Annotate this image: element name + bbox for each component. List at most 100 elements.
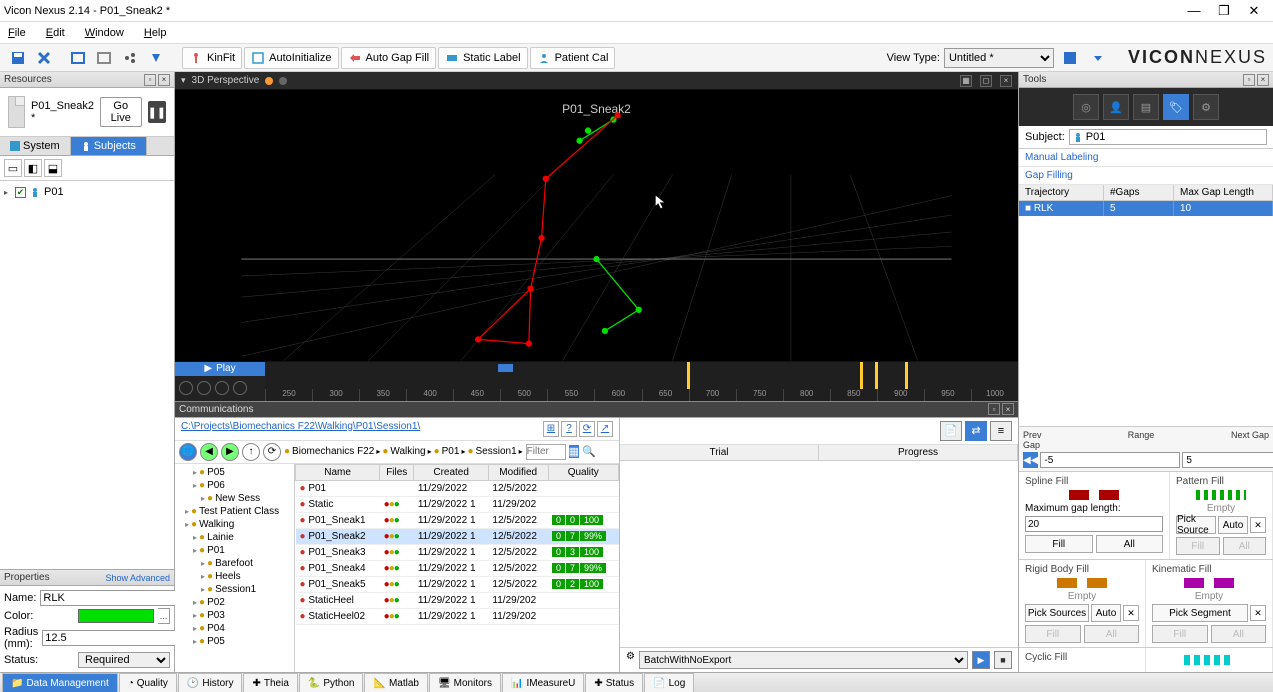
cr-tool-3[interactable]: ≡ xyxy=(990,421,1012,441)
vp-close-icon[interactable]: × xyxy=(1000,75,1012,87)
picksources-button[interactable]: Pick Sources xyxy=(1025,604,1089,622)
btab-history[interactable]: 🕑 History xyxy=(178,673,243,692)
btab-matlab[interactable]: 📐 Matlab xyxy=(364,673,427,692)
autoinit-button[interactable]: AutoInitialize xyxy=(244,47,338,69)
menu-window[interactable]: Window xyxy=(81,25,128,41)
crumb-btn-3[interactable]: ⟳ xyxy=(579,421,595,437)
filter-input[interactable] xyxy=(526,444,566,460)
spline-all-button[interactable]: All xyxy=(1096,535,1164,553)
sess-item[interactable]: ▸●Barefoot xyxy=(177,557,292,570)
nav-refresh-icon[interactable]: ⟳ xyxy=(263,443,281,461)
tool-icon-4[interactable] xyxy=(144,47,168,69)
subj-tool-1[interactable]: ▭ xyxy=(4,159,22,177)
menu-edit[interactable]: Edit xyxy=(42,25,69,41)
file-row[interactable]: ● P01_Sneak5●●●11/29/2022 112/5/20220210… xyxy=(296,576,619,592)
gap-filling-link[interactable]: Gap Filling xyxy=(1019,167,1273,185)
kinfit-button[interactable]: KinFit xyxy=(182,47,242,69)
subj-tool-2[interactable]: ◧ xyxy=(24,159,42,177)
sess-item[interactable]: ▸●Walking xyxy=(177,518,292,531)
kin-all-button[interactable]: All xyxy=(1211,625,1267,643)
close-trial-icon[interactable] xyxy=(32,47,56,69)
range-to-input[interactable] xyxy=(1182,452,1273,468)
sess-item[interactable]: ▸●P05 xyxy=(177,635,292,648)
btab-log[interactable]: 📄 Log xyxy=(644,673,694,692)
show-advanced-link[interactable]: Show Advanced xyxy=(105,573,170,583)
minimize-button[interactable]: — xyxy=(1179,1,1209,21)
sess-item[interactable]: ▸●P05 xyxy=(177,466,292,479)
cr-tool-1[interactable]: 📄 xyxy=(940,421,962,441)
viewtype-save-icon[interactable] xyxy=(1058,47,1082,69)
rigid-fill-button[interactable]: Fill xyxy=(1025,625,1081,643)
tree-item-p01[interactable]: ▸ ✔ P01 xyxy=(4,185,170,199)
prop-color-more[interactable]: … xyxy=(158,608,170,624)
file-row[interactable]: ● P01_Sneak2●●●11/29/2022 112/5/20220799… xyxy=(296,528,619,544)
vp-dot-icon[interactable] xyxy=(265,77,273,85)
tl-icon-2[interactable] xyxy=(197,381,211,395)
btab-monitors[interactable]: 🖥 Monitors xyxy=(429,673,501,692)
sess-item[interactable]: ▸●Test Patient Class xyxy=(177,505,292,518)
tool-subject-select[interactable]: P01 xyxy=(1069,129,1267,145)
gap-row-rlk[interactable]: ■ RLK 5 10 xyxy=(1019,201,1273,216)
batch-grid[interactable]: TrialProgress xyxy=(620,445,1018,648)
patientcal-button[interactable]: Patient Cal xyxy=(530,47,616,69)
sess-item[interactable]: ▸●P01 xyxy=(177,544,292,557)
panel-pin-icon[interactable]: ▫ xyxy=(144,74,156,86)
file-row[interactable]: ● StaticHeel02●●●11/29/2022 111/29/202 xyxy=(296,608,619,624)
picksource-button[interactable]: Pick Source xyxy=(1176,516,1216,534)
autogap-button[interactable]: Auto Gap Fill xyxy=(341,47,437,69)
tool-icon-1[interactable] xyxy=(66,47,90,69)
sess-item[interactable]: ▸●New Sess xyxy=(177,492,292,505)
sess-item[interactable]: ▸●P03 xyxy=(177,609,292,622)
prop-color-swatch[interactable] xyxy=(78,609,154,623)
crumb-btn-1[interactable]: ⊞ xyxy=(543,421,559,437)
nav-fwd-icon[interactable]: ▶ xyxy=(221,443,239,461)
vp-dot2-icon[interactable] xyxy=(279,77,287,85)
pickseg-button[interactable]: Pick Segment xyxy=(1152,604,1248,622)
range-from-input[interactable] xyxy=(1040,452,1180,468)
tool-mode-3[interactable]: ▤ xyxy=(1133,94,1159,120)
sess-item[interactable]: ▸●Heels xyxy=(177,570,292,583)
tl-icon-1[interactable] xyxy=(179,381,193,395)
file-row[interactable]: ● P01_Sneak4●●●11/29/2022 112/5/20220799… xyxy=(296,560,619,576)
kin-clear-button[interactable]: ✕ xyxy=(1250,605,1266,621)
nav-globe-icon[interactable]: 🌐 xyxy=(179,443,197,461)
nav-back-icon[interactable]: ◀ xyxy=(200,443,218,461)
nav-search-icon[interactable]: 🔍 xyxy=(582,445,596,458)
file-row[interactable]: ● StaticHeel●●●11/29/2022 111/29/202 xyxy=(296,592,619,608)
viewtype-menu-icon[interactable] xyxy=(1086,47,1110,69)
pattern-fill-button[interactable]: Fill xyxy=(1176,537,1220,555)
file-table[interactable]: NameFiles CreatedModified Quality ● P011… xyxy=(295,464,619,673)
tab-subjects[interactable]: Subjects xyxy=(71,137,147,155)
tool-mode-1[interactable]: ◎ xyxy=(1073,94,1099,120)
play-button[interactable]: ▶ Play xyxy=(175,362,265,376)
tl-icon-3[interactable] xyxy=(215,381,229,395)
tl-icon-4[interactable] xyxy=(233,381,247,395)
save-icon[interactable] xyxy=(6,47,30,69)
maximize-button[interactable]: ❐ xyxy=(1209,1,1239,21)
rigid-all-button[interactable]: All xyxy=(1084,625,1140,643)
staticlabel-button[interactable]: Static Label xyxy=(438,47,527,69)
subject-tree[interactable]: ▸ ✔ P01 xyxy=(0,181,174,569)
tool-mode-2[interactable]: 👤 xyxy=(1103,94,1129,120)
manual-labeling-link[interactable]: Manual Labeling xyxy=(1019,149,1273,167)
nav-view-icon[interactable]: ▦ xyxy=(569,445,579,458)
prop-status-select[interactable]: Required xyxy=(78,652,170,668)
breadcrumb[interactable]: C:\Projects\Biomechanics F22\Walking\P01… xyxy=(175,418,619,441)
prop-radius-input[interactable] xyxy=(42,630,190,646)
crumb-btn-2[interactable]: ? xyxy=(561,421,577,437)
vp-split-icon[interactable]: ▦ xyxy=(960,75,972,87)
pattern-clear-button[interactable]: ✕ xyxy=(1250,517,1266,533)
file-row[interactable]: ● Static●●●11/29/2022 111/29/202 xyxy=(296,496,619,512)
prev-gap-button[interactable]: ◀◀ xyxy=(1023,452,1038,468)
batch-run-button[interactable]: ▶ xyxy=(972,651,990,669)
rigid-auto-button[interactable]: Auto xyxy=(1091,604,1121,622)
btab-status[interactable]: ✚ Status xyxy=(585,673,643,692)
timeline-track[interactable]: 2503003504004505005506006507007508008509… xyxy=(265,362,1018,401)
menu-help[interactable]: Help xyxy=(140,25,171,41)
tool-mode-gear[interactable]: ⚙ xyxy=(1193,94,1219,120)
nav-up-icon[interactable]: ↑ xyxy=(242,443,260,461)
vp-max-icon[interactable]: ◻ xyxy=(980,75,992,87)
file-row[interactable]: ● P01_Sneak3●●●11/29/2022 112/5/20220310… xyxy=(296,544,619,560)
rigid-clear-button[interactable]: ✕ xyxy=(1123,605,1139,621)
sess-item[interactable]: ▸●P04 xyxy=(177,622,292,635)
